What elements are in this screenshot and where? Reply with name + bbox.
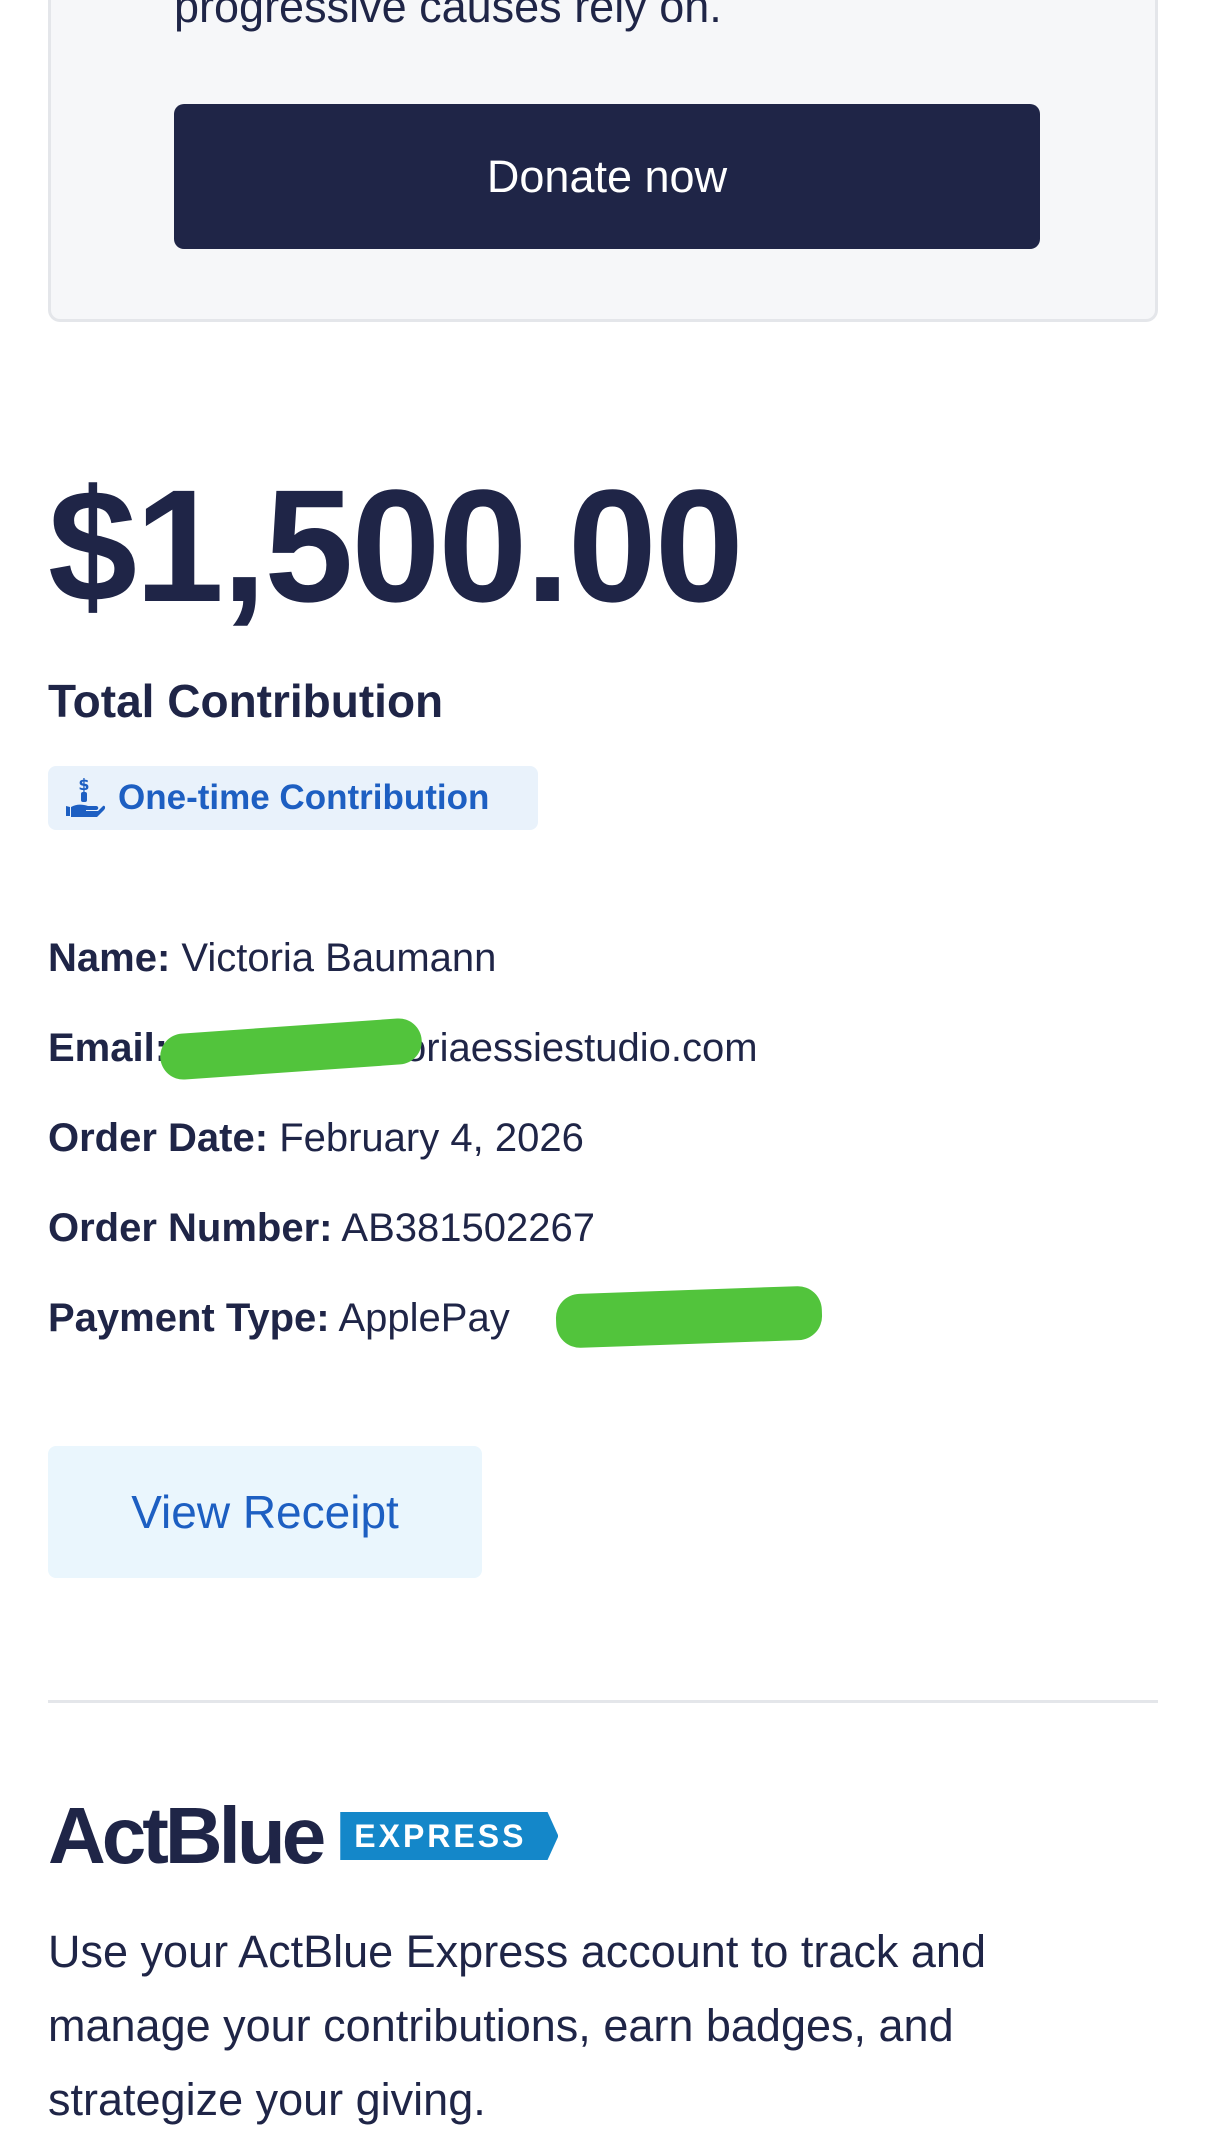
view-receipt-button[interactable]: View Receipt bbox=[48, 1446, 482, 1578]
payment-redaction-mark bbox=[555, 1285, 823, 1349]
order-number-value: AB381502267 bbox=[341, 1206, 595, 1250]
name-key: Name: bbox=[48, 936, 171, 980]
express-description: Use your ActBlue Express account to trac… bbox=[48, 1926, 986, 2125]
contribution-type-badge: $ One-time Contribution bbox=[48, 766, 538, 830]
total-contribution-label: Total Contribution bbox=[48, 675, 444, 727]
donate-now-button[interactable]: Donate now bbox=[174, 104, 1040, 249]
promo-text: progressive causes rely on. bbox=[174, 0, 722, 32]
order-date-value: February 4, 2026 bbox=[279, 1116, 584, 1160]
payment-type-key: Payment Type: bbox=[48, 1296, 330, 1340]
section-divider bbox=[48, 1700, 1158, 1703]
express-logo-tag: EXPRESS bbox=[340, 1812, 559, 1860]
payment-type-value: ApplePay bbox=[338, 1296, 510, 1340]
order-number-row: Order Number: AB381502267 bbox=[48, 1208, 595, 1248]
contribution-amount: $1,500.00 bbox=[48, 456, 744, 635]
order-date-row: Order Date: February 4, 2026 bbox=[48, 1118, 584, 1158]
name-row: Name: Victoria Baumann bbox=[48, 938, 496, 978]
svg-text:$: $ bbox=[78, 776, 89, 794]
donate-promo-card: progressive causes rely on. Donate now bbox=[48, 0, 1158, 322]
email-redaction-mark bbox=[158, 1016, 424, 1082]
order-date-key: Order Date: bbox=[48, 1116, 269, 1160]
payment-type-row: Payment Type: ApplePay bbox=[48, 1298, 510, 1338]
hand-dollar-icon: $ bbox=[62, 775, 106, 820]
actblue-logo-word: ActBlue bbox=[48, 1791, 326, 1880]
actblue-express-logo: ActBlue EXPRESS bbox=[48, 1791, 559, 1880]
name-value: Victoria Baumann bbox=[181, 936, 497, 980]
contribution-type-label: One-time Contribution bbox=[118, 778, 490, 817]
email-value: oriaessiestudio.com bbox=[404, 1026, 758, 1070]
order-number-key: Order Number: bbox=[48, 1206, 333, 1250]
email-key: Email: bbox=[48, 1026, 169, 1070]
